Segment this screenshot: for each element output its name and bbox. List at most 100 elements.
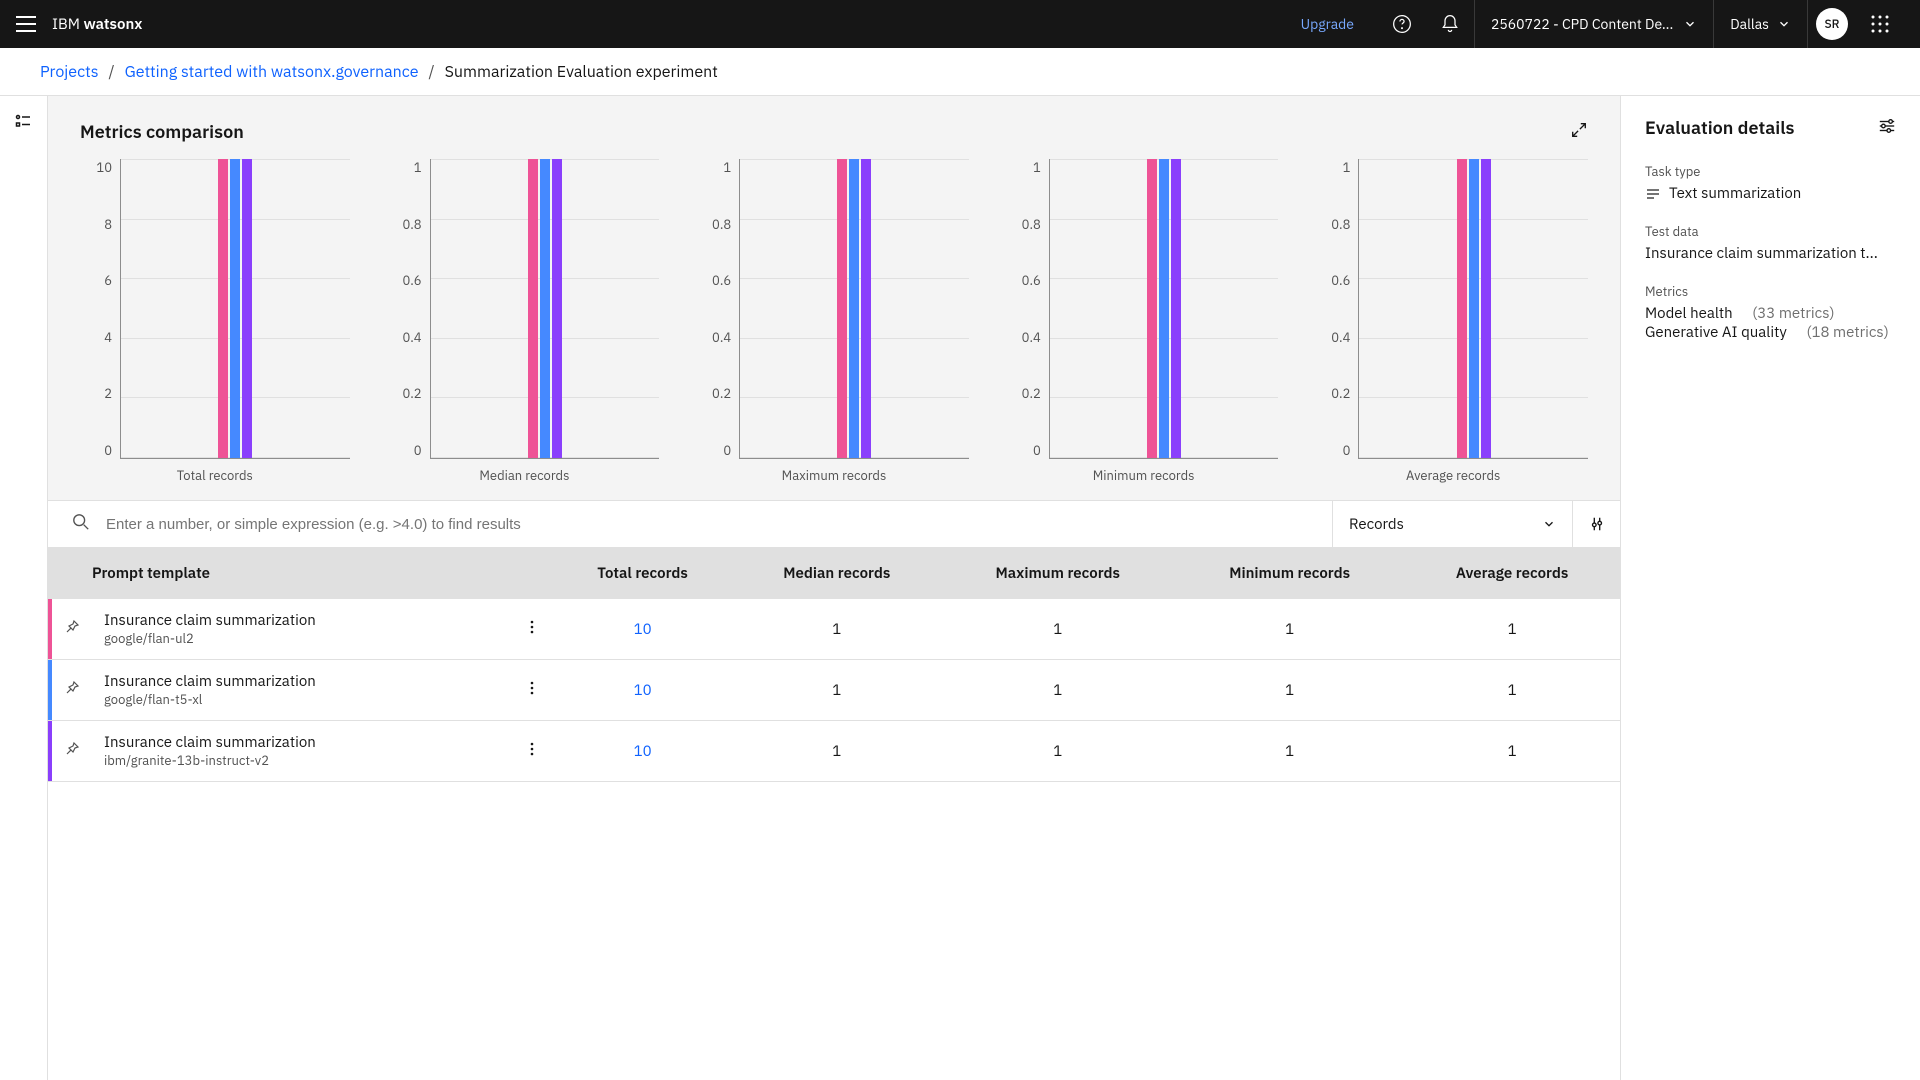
filter-settings-icon[interactable]	[1572, 500, 1620, 548]
charts-title: Metrics comparison	[80, 120, 244, 143]
chevron-down-icon	[1683, 17, 1697, 31]
chart-bar[interactable]	[1457, 159, 1467, 458]
account-selector[interactable]: 2560722 - CPD Content De...	[1475, 0, 1713, 48]
task-type-value: Text summarization	[1645, 184, 1896, 203]
breadcrumb: Projects / Getting started with watsonx.…	[0, 48, 1920, 96]
app-switcher-icon[interactable]	[1856, 0, 1904, 48]
chart-y-axis: 10.80.60.40.20	[699, 159, 739, 459]
breadcrumb-projects[interactable]: Projects	[40, 62, 99, 82]
settings-icon[interactable]	[1878, 117, 1896, 139]
chart-caption: Median records	[479, 467, 569, 484]
total-records-link[interactable]: 10	[634, 742, 652, 761]
records-dropdown[interactable]: Records	[1332, 500, 1572, 548]
avatar[interactable]: SR	[1816, 8, 1848, 40]
chart-y-axis: 10.80.60.40.20	[390, 159, 430, 459]
brand-logo: IBM watsonx	[52, 15, 142, 34]
upgrade-link[interactable]: Upgrade	[1301, 15, 1354, 33]
pin-icon[interactable]	[52, 721, 92, 782]
chart-caption: Total records	[177, 467, 253, 484]
help-icon[interactable]	[1378, 0, 1426, 48]
prompt-template-cell[interactable]: Insurance claim summarizationibm/granite…	[92, 721, 512, 782]
col-median-records: Median records	[733, 548, 940, 599]
chart-y-axis: 10.80.60.40.20	[1009, 159, 1049, 459]
chart-y-axis: 1086420	[80, 159, 120, 459]
search-input[interactable]	[106, 516, 1308, 533]
overflow-menu-icon[interactable]	[512, 660, 552, 721]
total-records-link[interactable]: 10	[634, 620, 652, 639]
chart-bar[interactable]	[540, 159, 550, 458]
cell-avg: 1	[1404, 599, 1620, 660]
chart-bar[interactable]	[218, 159, 228, 458]
cell-avg: 1	[1404, 721, 1620, 782]
chart-caption: Minimum records	[1093, 467, 1195, 484]
chart-bar[interactable]	[861, 159, 871, 458]
chart-bar[interactable]	[242, 159, 252, 458]
chevron-down-icon	[1777, 17, 1791, 31]
metric-model-health: Model health (33 metrics)	[1645, 304, 1896, 323]
chart-unit: 10.80.60.40.20 Median records	[390, 159, 660, 484]
cell-min: 1	[1175, 599, 1404, 660]
overflow-menu-icon[interactable]	[512, 721, 552, 782]
region-selector[interactable]: Dallas	[1714, 0, 1807, 48]
chart-bar[interactable]	[849, 159, 859, 458]
cell-total: 10	[552, 660, 733, 721]
rail-toggle-icon[interactable]	[14, 112, 34, 1080]
cell-median: 1	[733, 721, 940, 782]
menu-icon[interactable]	[16, 14, 36, 34]
breadcrumb-current: Summarization Evaluation experiment	[445, 62, 718, 82]
chart-bar[interactable]	[528, 159, 538, 458]
search-row: Records	[48, 500, 1620, 548]
chart-y-axis: 10.80.60.40.20	[1318, 159, 1358, 459]
col-prompt-template: Prompt template	[92, 548, 512, 599]
chart-bar[interactable]	[1159, 159, 1169, 458]
chart-bar[interactable]	[1469, 159, 1479, 458]
table-row: Insurance claim summarizationibm/granite…	[48, 721, 1620, 782]
chart-unit: 10.80.60.40.20 Average records	[1318, 159, 1588, 484]
chart-bar[interactable]	[552, 159, 562, 458]
test-data-label: Test data	[1645, 223, 1896, 240]
left-rail	[0, 96, 48, 1080]
cell-avg: 1	[1404, 660, 1620, 721]
chart-caption: Maximum records	[782, 467, 887, 484]
chart-bar[interactable]	[230, 159, 240, 458]
metric-gen-ai-quality: Generative AI quality (18 metrics)	[1645, 323, 1896, 342]
results-table: Prompt template Total records Median rec…	[48, 548, 1620, 782]
side-panel-title: Evaluation details	[1645, 116, 1795, 139]
cell-median: 1	[733, 599, 940, 660]
pin-icon[interactable]	[52, 660, 92, 721]
chart-unit: 10.80.60.40.20 Maximum records	[699, 159, 969, 484]
notifications-icon[interactable]	[1426, 0, 1474, 48]
col-average-records: Average records	[1404, 548, 1620, 599]
cell-max: 1	[940, 721, 1175, 782]
task-type-label: Task type	[1645, 163, 1896, 180]
chart-bar[interactable]	[1147, 159, 1157, 458]
overflow-menu-icon[interactable]	[512, 599, 552, 660]
cell-max: 1	[940, 599, 1175, 660]
table-row: Insurance claim summarizationgoogle/flan…	[48, 599, 1620, 660]
search-icon	[72, 513, 90, 535]
chart-bar[interactable]	[1481, 159, 1491, 458]
chart-caption: Average records	[1406, 467, 1500, 484]
chart-unit: 10.80.60.40.20 Minimum records	[1009, 159, 1279, 484]
cell-min: 1	[1175, 660, 1404, 721]
test-data-value: Insurance claim summarization t...	[1645, 244, 1896, 263]
cell-total: 10	[552, 721, 733, 782]
breadcrumb-project-name[interactable]: Getting started with watsonx.governance	[125, 62, 419, 82]
pin-icon[interactable]	[52, 599, 92, 660]
evaluation-details-panel: Evaluation details Task type Text summar…	[1620, 96, 1920, 1080]
cell-max: 1	[940, 660, 1175, 721]
total-records-link[interactable]: 10	[634, 681, 652, 700]
col-minimum-records: Minimum records	[1175, 548, 1404, 599]
cell-median: 1	[733, 660, 940, 721]
chart-bar[interactable]	[1171, 159, 1181, 458]
prompt-template-cell[interactable]: Insurance claim summarizationgoogle/flan…	[92, 660, 512, 721]
chevron-down-icon	[1542, 517, 1556, 531]
global-header: IBM watsonx Upgrade 2560722 - CPD Conten…	[0, 0, 1920, 48]
col-maximum-records: Maximum records	[940, 548, 1175, 599]
expand-icon[interactable]	[1570, 121, 1588, 143]
prompt-template-cell[interactable]: Insurance claim summarizationgoogle/flan…	[92, 599, 512, 660]
cell-total: 10	[552, 599, 733, 660]
col-total-records: Total records	[552, 548, 733, 599]
chart-bar[interactable]	[837, 159, 847, 458]
table-row: Insurance claim summarizationgoogle/flan…	[48, 660, 1620, 721]
